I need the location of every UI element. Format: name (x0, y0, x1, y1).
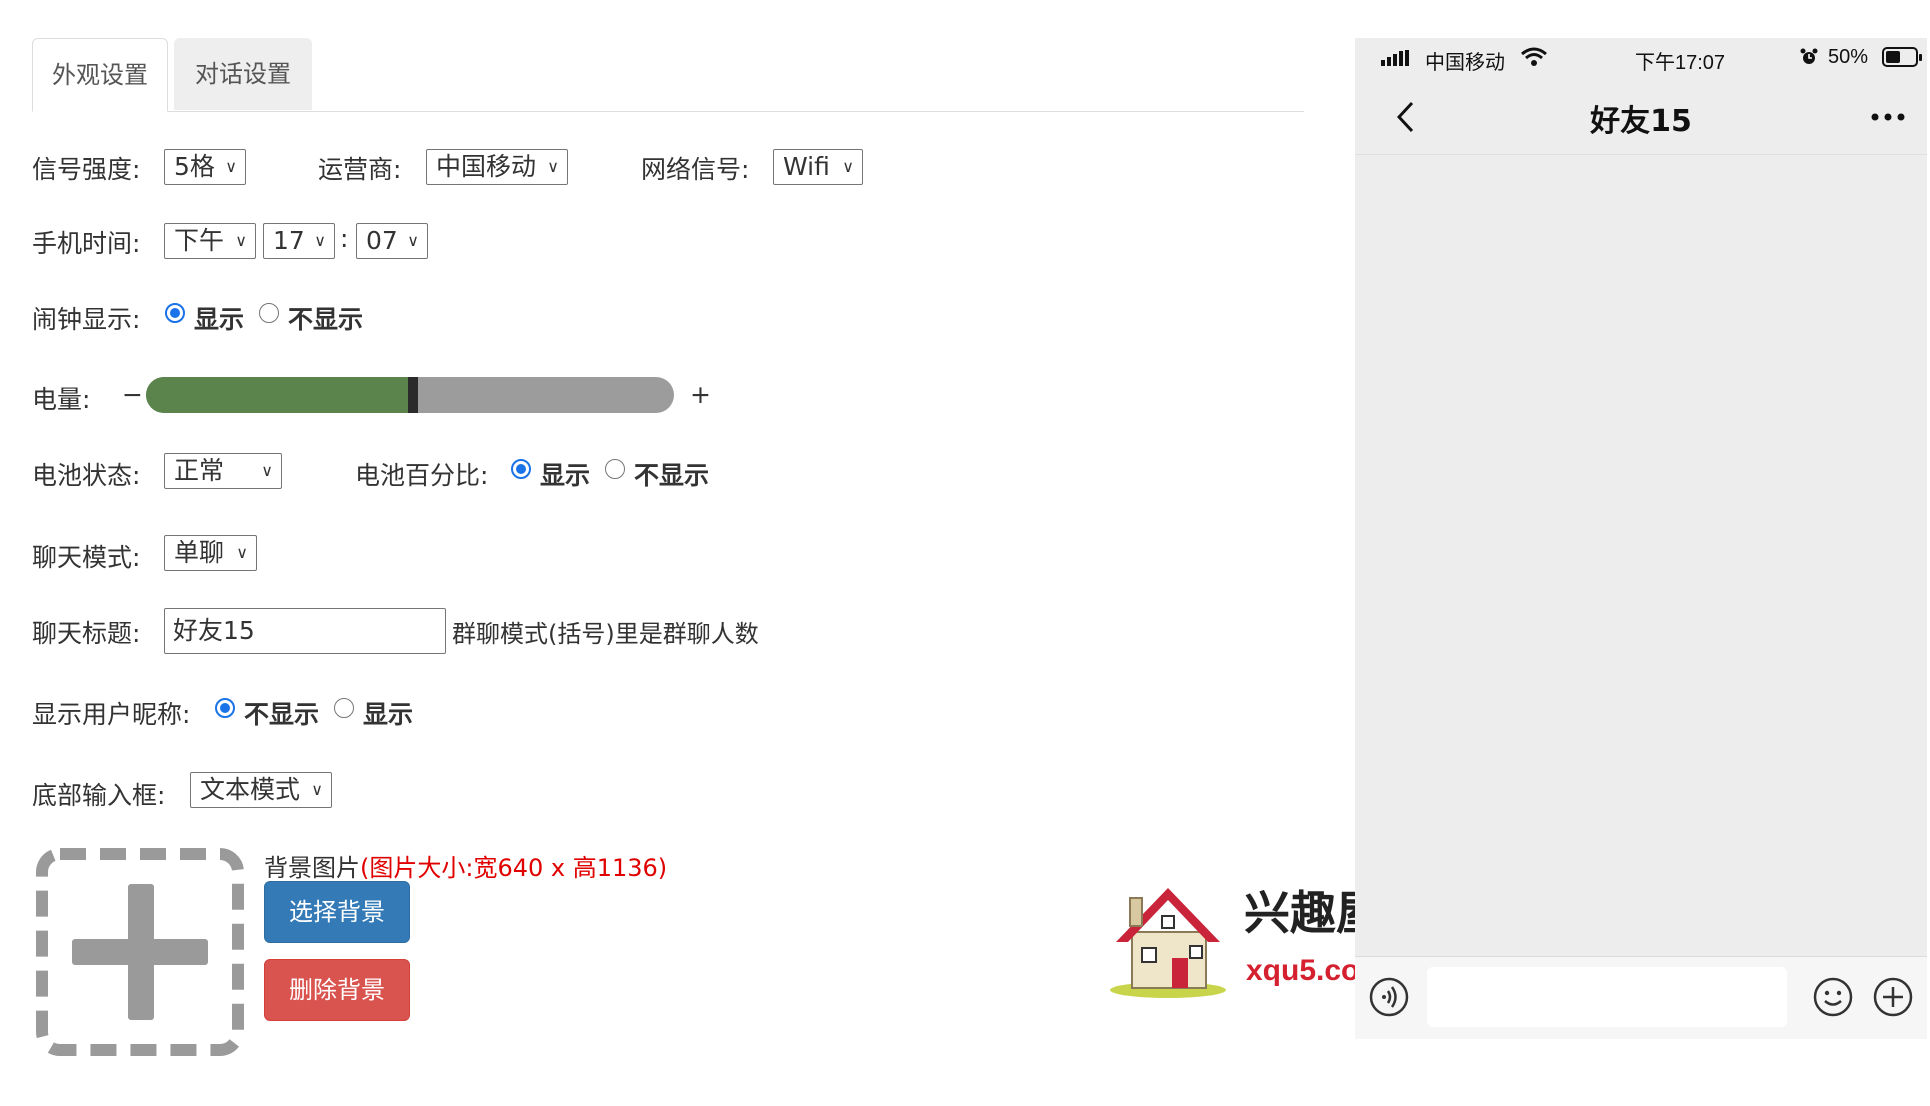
hour-select[interactable]: 17 ∨ (263, 223, 335, 259)
network-label: 网络信号: (641, 155, 750, 184)
phone-battery-percent: 50% (1828, 46, 1869, 68)
background-label-row: 背景图片(图片大小:宽640 x 高1136) (264, 848, 667, 883)
battery-percent-label: 电池百分比: (355, 461, 489, 490)
emoji-icon[interactable] (1813, 977, 1853, 1017)
chevron-down-icon: ∨ (407, 231, 419, 250)
minute-select[interactable]: 07 ∨ (356, 223, 428, 259)
chevron-down-icon: ∨ (311, 780, 323, 799)
ampm-select[interactable]: 下午 ∨ (164, 223, 256, 259)
nickname-hide-label: 不显示 (244, 700, 320, 729)
battery-label: 电量: (32, 385, 91, 414)
battery-plus[interactable]: + (690, 380, 711, 409)
choose-background-button[interactable]: 选择背景 (264, 881, 410, 943)
house-logo (1108, 880, 1226, 1000)
chevron-down-icon: ∨ (225, 157, 237, 176)
chevron-down-icon: ∨ (842, 157, 854, 176)
ampm-select-value: 下午 (174, 226, 225, 255)
battery-slider-fill (146, 377, 408, 413)
input-box-select[interactable]: 文本模式 ∨ (190, 772, 332, 808)
background-label: 背景图片 (264, 854, 360, 882)
background-placeholder[interactable] (36, 848, 244, 1056)
battery-slider[interactable] (146, 377, 674, 413)
signal-label: 信号强度: (32, 155, 141, 184)
minute-select-value: 07 (366, 226, 398, 255)
input-box-label: 底部输入框: (32, 781, 166, 810)
signal-select[interactable]: 5格 ∨ (164, 149, 246, 185)
phone-input-bar (1355, 956, 1927, 1039)
chevron-down-icon: ∨ (261, 461, 273, 480)
battery-icon (1882, 47, 1922, 67)
background-size-note: (图片大小:宽640 x 高1136) (360, 854, 668, 882)
network-select-value: Wifi (783, 152, 830, 181)
nickname-show-label: 显示 (363, 700, 414, 729)
chat-mode-select[interactable]: 单聊 ∨ (164, 535, 257, 571)
battery-minus[interactable]: − (122, 380, 143, 409)
phone-nav-bar: 好友15 (1355, 78, 1927, 155)
battery-percent-hide-radio[interactable] (605, 459, 625, 479)
time-label: 手机时间: (32, 229, 141, 258)
time-separator: : (340, 224, 349, 253)
battery-percent-hide-label: 不显示 (634, 461, 710, 490)
carrier-label: 运营商: (318, 155, 402, 184)
chat-title-label: 聊天标题: (32, 619, 141, 648)
phone-status-bar: 中国移动 下午17:07 50% (1355, 38, 1927, 78)
chevron-down-icon: ∨ (236, 543, 248, 562)
signal-select-value: 5格 (174, 152, 215, 181)
battery-percent-show-radio[interactable] (511, 459, 531, 479)
nickname-show-radio[interactable] (334, 698, 354, 718)
alarm-label: 闹钟显示: (32, 305, 141, 334)
input-box-value: 文本模式 (200, 775, 301, 804)
chat-mode-label: 聊天模式: (32, 543, 141, 572)
carrier-select-value: 中国移动 (436, 152, 537, 181)
carrier-select[interactable]: 中国移动 ∨ (426, 149, 568, 185)
tab-appearance[interactable]: 外观设置 (32, 38, 168, 112)
signal-bars-icon (1381, 50, 1409, 66)
chevron-down-icon: ∨ (547, 157, 559, 176)
battery-percent-show-label: 显示 (540, 461, 591, 490)
add-image-icon (36, 848, 244, 1056)
tab-dialog[interactable]: 对话设置 (174, 38, 312, 110)
plus-icon[interactable] (1873, 977, 1913, 1017)
battery-slider-thumb[interactable] (408, 377, 418, 413)
alarm-show-radio[interactable] (165, 303, 185, 323)
phone-time: 下午17:07 (1634, 52, 1726, 74)
wifi-icon (1521, 47, 1547, 66)
nickname-label: 显示用户昵称: (32, 700, 191, 729)
phone-preview: 中国移动 下午17:07 50% 好友15 (1355, 38, 1927, 1039)
battery-state-select[interactable]: 正常 ∨ (164, 453, 282, 489)
alarm-hide-radio[interactable] (259, 303, 279, 323)
chevron-down-icon: ∨ (314, 231, 326, 250)
delete-background-button[interactable]: 删除背景 (264, 959, 410, 1021)
hour-select-value: 17 (273, 226, 305, 255)
chevron-down-icon: ∨ (235, 231, 247, 250)
tab-bar: 外观设置 对话设置 (32, 38, 1304, 112)
chat-title-hint: 群聊模式(括号)里是群聊人数 (452, 620, 759, 648)
nickname-hide-radio[interactable] (215, 698, 235, 718)
alarm-clock-icon (1800, 48, 1818, 64)
battery-state-label: 电池状态: (32, 461, 141, 490)
chat-mode-value: 单聊 (174, 538, 225, 567)
chat-title-input[interactable]: 好友15 (164, 608, 446, 654)
alarm-show-label: 显示 (194, 305, 245, 334)
more-icon[interactable] (1871, 112, 1905, 122)
battery-state-value: 正常 (174, 456, 225, 485)
phone-chat-title: 好友15 (1590, 104, 1692, 139)
phone-carrier: 中国移动 (1425, 52, 1505, 74)
phone-message-input[interactable] (1427, 967, 1787, 1027)
alarm-hide-label: 不显示 (288, 305, 364, 334)
voice-icon[interactable] (1369, 977, 1409, 1017)
network-select[interactable]: Wifi ∨ (773, 149, 863, 185)
